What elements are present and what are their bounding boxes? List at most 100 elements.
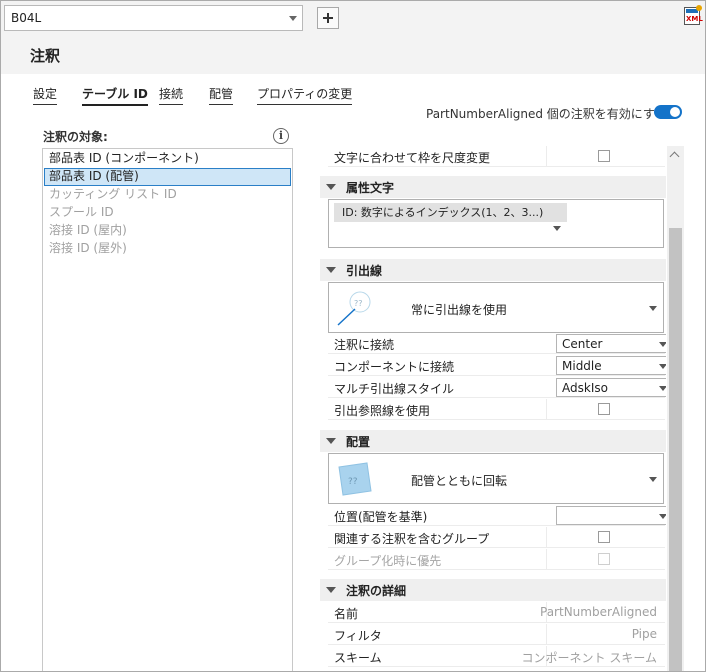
- attribute-chip[interactable]: ID: 数字によるインデックス(1、2、3...): [334, 203, 568, 231]
- chevron-down-icon: [649, 477, 657, 482]
- annotation-target-list: 部品表 ID (コンポーネント) 部品表 ID (配管) カッティング リスト …: [42, 148, 293, 671]
- leader-preview-icon: ??: [337, 291, 371, 326]
- style-combo-value: B04L: [11, 11, 42, 25]
- group-priority-label: グループ化時に優先: [334, 554, 442, 568]
- enable-annotation-toggle[interactable]: [654, 105, 682, 119]
- section-title: 注釈の詳細: [346, 584, 407, 598]
- placement-mode-label: 配管とともに回転: [411, 474, 508, 488]
- attribute-text-box[interactable]: ID: 数字によるインデックス(1、2、3...): [328, 199, 664, 248]
- placement-mode-select[interactable]: ?? 配管とともに回転: [328, 453, 664, 504]
- chevron-down-icon: [659, 514, 666, 519]
- scale-to-text-label: 文字に合わせて枠を尺度変更: [334, 151, 491, 165]
- leader-mode-select[interactable]: ?? 常に引出線を使用: [328, 282, 664, 333]
- list-item-weld-shop: 溶接 ID (屋内): [49, 223, 127, 237]
- property-panel: 文字に合わせて枠を尺度変更 属性文字 ID: 数字によるインデックス(1、2、3…: [318, 141, 666, 671]
- leader-row-annotation: 注釈に接続 Center: [328, 333, 666, 354]
- group-related-checkbox[interactable]: [598, 531, 610, 543]
- dropdown-value: Middle: [562, 359, 602, 373]
- enable-annotation-label: PartNumberAligned 個の注釈を有効にする:: [426, 107, 671, 121]
- tab-table-id[interactable]: テーブル ID: [82, 85, 148, 106]
- chevron-down-icon: [659, 364, 666, 369]
- section-title: 配置: [346, 435, 371, 449]
- section-placement[interactable]: 配置: [320, 430, 666, 452]
- row-divider: [546, 527, 547, 547]
- details-row-filter: フィルタ Pipe: [328, 624, 665, 645]
- use-reference-row: 引出参照線を使用: [328, 399, 665, 420]
- details-filter-label: フィルタ: [334, 629, 382, 643]
- section-details[interactable]: 注釈の詳細: [320, 579, 666, 601]
- svg-text:??: ??: [354, 299, 363, 308]
- list-item-bom-component[interactable]: 部品表 ID (コンポーネント): [44, 150, 291, 168]
- scroll-thumb[interactable]: [669, 228, 682, 671]
- section-leader[interactable]: 引出線: [320, 259, 666, 281]
- app-icon-mark: XML: [686, 15, 703, 23]
- list-item-bom-pipe[interactable]: 部品表 ID (配管): [44, 168, 291, 186]
- group-priority-row: グループ化時に優先: [328, 549, 665, 570]
- section-title: 属性文字: [346, 181, 395, 195]
- list-item-weld-field: 溶接 ID (屋外): [49, 241, 127, 255]
- position-label: 位置(配管を基準): [334, 510, 428, 524]
- chevron-down-icon: [649, 306, 657, 311]
- page-title: 注釈: [30, 47, 61, 65]
- connect-component-label: コンポーネントに接続: [334, 360, 455, 374]
- multileader-style-label: マルチ引出線スタイル: [334, 382, 455, 396]
- row-divider: [546, 146, 547, 166]
- leader-row-component: コンポーネントに接続 Middle: [328, 355, 666, 376]
- details-row-scheme: スキーム コンポーネント スキーム: [328, 646, 665, 667]
- details-scheme-label: スキーム: [334, 651, 382, 665]
- details-row-name: 名前 PartNumberAligned: [328, 602, 665, 623]
- svg-text:??: ??: [348, 477, 358, 487]
- use-reference-checkbox[interactable]: [598, 403, 610, 415]
- collapse-triangle-icon: [326, 184, 336, 190]
- scroll-up-icon[interactable]: [669, 151, 680, 162]
- chevron-down-icon: [553, 226, 562, 231]
- style-combo[interactable]: B04L: [4, 5, 303, 31]
- tab-connection[interactable]: 接続: [159, 85, 184, 105]
- chevron-down-icon: [659, 342, 666, 347]
- position-row: 位置(配管を基準): [328, 505, 666, 526]
- leader-mode-label: 常に引出線を使用: [411, 303, 508, 317]
- group-priority-checkbox: [598, 553, 610, 565]
- chevron-down-icon: [289, 16, 297, 21]
- tab-settings[interactable]: 設定: [33, 85, 58, 105]
- collapse-triangle-icon: [326, 438, 336, 444]
- details-filter-value: Pipe: [631, 627, 657, 641]
- connect-annotation-label: 注釈に接続: [334, 338, 395, 352]
- connect-component-dropdown[interactable]: Middle: [556, 356, 666, 375]
- tab-pipe[interactable]: 配管: [209, 85, 234, 105]
- list-item-spool: スプール ID: [49, 205, 114, 219]
- row-divider: [546, 399, 547, 419]
- group-related-row: 関連する注釈を含むグループ: [328, 527, 665, 548]
- details-scheme-value: コンポーネント スキーム: [521, 651, 657, 665]
- section-title: 引出線: [346, 264, 383, 278]
- annotation-settings-window: B04L XML 注釈 設定 テーブル ID 接続 配管 プロパティの変更 Pa…: [0, 0, 706, 672]
- app-icon-badge: [696, 5, 702, 11]
- dropdown-value: Center: [562, 337, 603, 351]
- collapse-triangle-icon: [326, 587, 336, 593]
- position-dropdown[interactable]: [556, 506, 666, 525]
- section-attribute-text[interactable]: 属性文字: [320, 176, 666, 198]
- use-reference-label: 引出参照線を使用: [334, 404, 431, 418]
- group-related-label: 関連する注釈を含むグループ: [334, 532, 490, 546]
- rotate-preview-icon: ??: [338, 462, 372, 496]
- list-item-cutting-list: カッティング リスト ID: [49, 187, 177, 201]
- add-button[interactable]: [317, 7, 339, 29]
- toggle-knob: [670, 107, 680, 117]
- property-scrollbar[interactable]: [667, 146, 684, 671]
- targets-label: 注釈の対象:: [43, 130, 108, 144]
- scale-to-text-row: 文字に合わせて枠を尺度変更: [328, 146, 665, 167]
- details-name-value: PartNumberAligned: [540, 605, 657, 619]
- collapse-triangle-icon: [326, 267, 336, 273]
- details-name-label: 名前: [334, 607, 359, 621]
- row-divider: [546, 549, 547, 569]
- dropdown-value: AdskIso: [562, 381, 608, 395]
- row-divider: [546, 624, 547, 644]
- info-icon[interactable]: i: [273, 128, 289, 144]
- app-icon[interactable]: XML: [684, 5, 703, 25]
- attribute-chip-label: ID: 数字によるインデックス(1、2、3...): [342, 206, 544, 219]
- multileader-style-dropdown[interactable]: AdskIso: [556, 378, 666, 397]
- connect-annotation-dropdown[interactable]: Center: [556, 334, 666, 353]
- tab-property-change[interactable]: プロパティの変更: [257, 85, 353, 105]
- leader-row-style: マルチ引出線スタイル AdskIso: [328, 377, 666, 398]
- scale-to-text-checkbox[interactable]: [598, 150, 610, 162]
